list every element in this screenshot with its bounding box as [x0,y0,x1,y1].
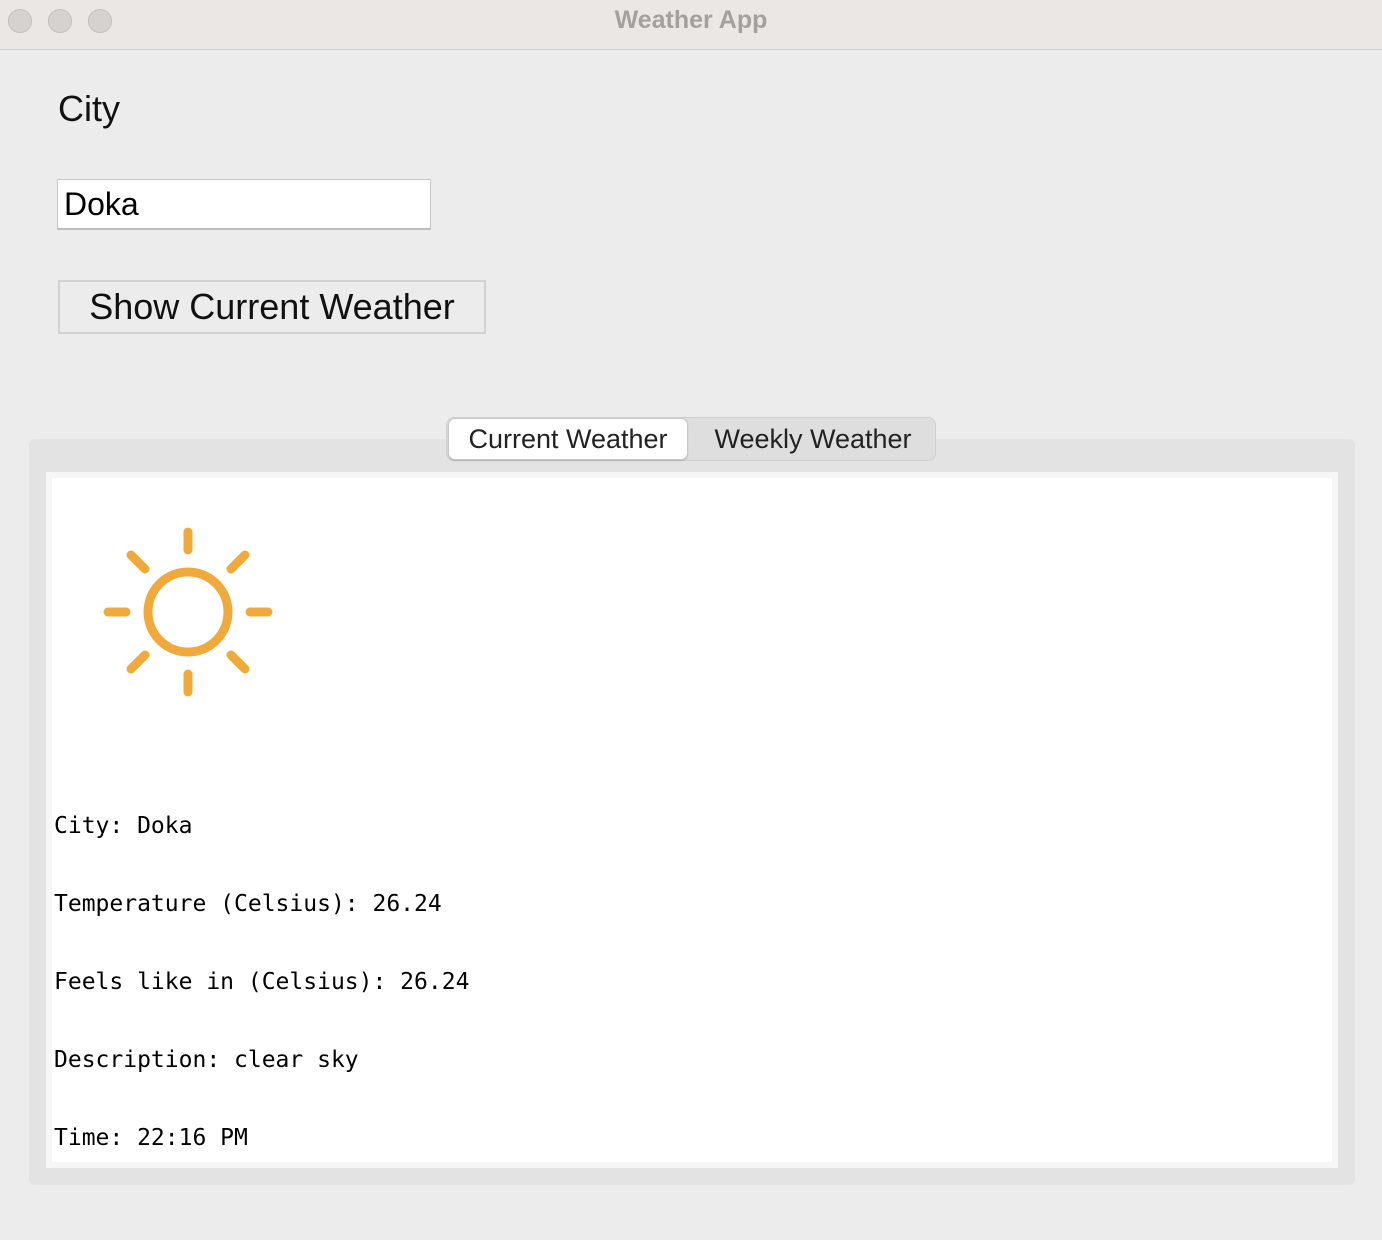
current-weather-panel: City: Doka Temperature (Celsius): 26.24 … [46,472,1338,1168]
city-label: City [58,88,120,129]
info-city: City: Doka [54,813,193,839]
info-time: Time: 22:16 PM [54,1125,248,1151]
city-input[interactable] [57,179,431,230]
info-temperature: Temperature (Celsius): 26.24 [54,891,442,917]
tab-current-weather[interactable]: Current Weather [448,418,688,460]
window-title: Weather App [614,6,768,34]
show-current-weather-button[interactable]: Show Current Weather [58,280,486,334]
title-bar: Weather App [0,0,1382,50]
info-description: Description: clear sky [54,1047,359,1073]
tab-bar: Current Weather Weekly Weather [446,417,936,461]
tab-weekly-weather[interactable]: Weekly Weather [691,419,935,459]
weather-info: City: Doka Temperature (Celsius): 26.24 … [54,761,469,1203]
sun-icon [103,527,273,697]
info-feels-like: Feels like in (Celsius): 26.24 [54,969,470,995]
